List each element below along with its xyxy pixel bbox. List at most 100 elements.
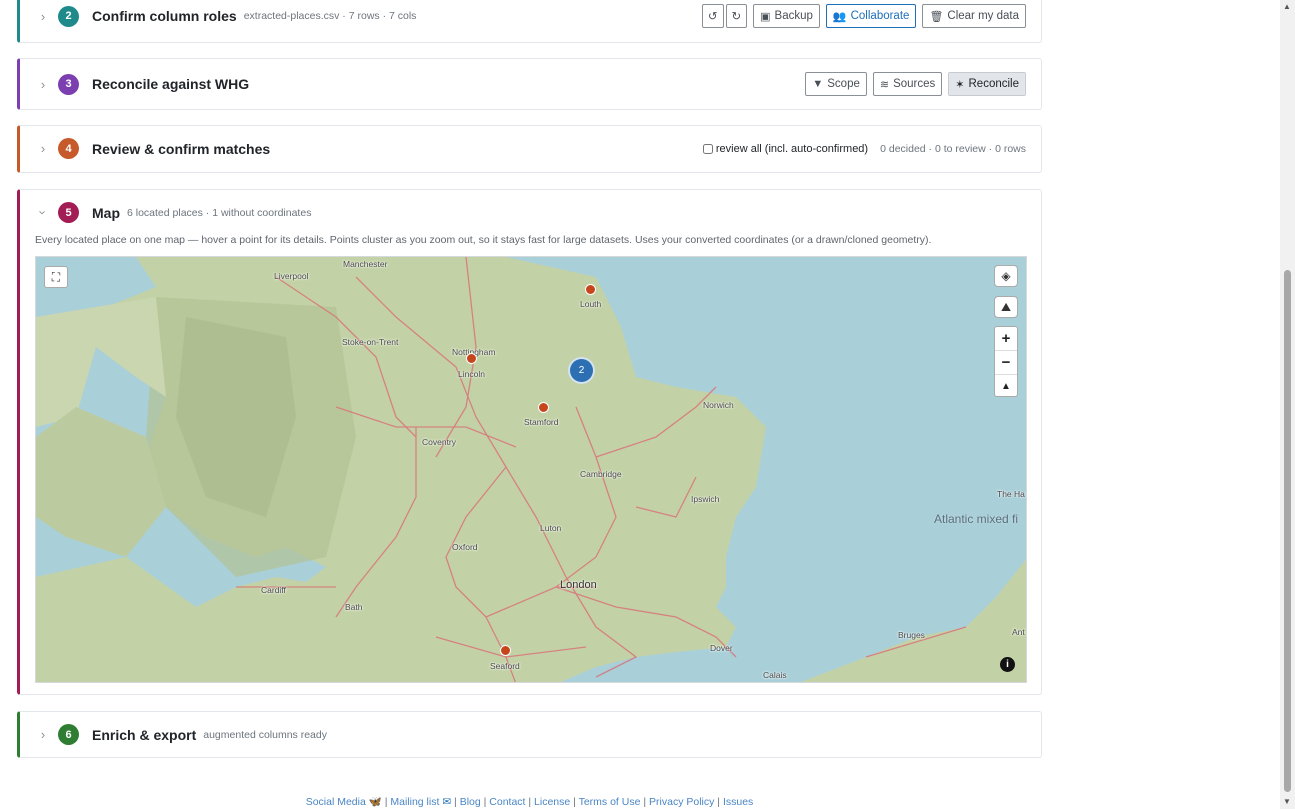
backup-label: Backup <box>774 10 813 22</box>
sources-button[interactable]: ≋ Sources <box>872 72 943 96</box>
sources-label: Sources <box>893 78 936 90</box>
license-link[interactable]: License <box>534 796 570 808</box>
map-label: Liverpool <box>274 271 309 281</box>
map-label: Bath <box>345 602 363 612</box>
compass-icon: ▲ <box>1001 381 1011 392</box>
map-label: Lincoln <box>458 369 485 379</box>
map-label: Stoke-on-Trent <box>342 337 399 347</box>
map-label: Calais <box>763 670 787 680</box>
place-marker[interactable] <box>538 402 549 413</box>
map-label: Coventry <box>422 437 457 447</box>
filter-icon: ▼ <box>812 78 824 90</box>
chevron-right-icon[interactable]: › <box>36 77 50 92</box>
map-label: Norwich <box>703 400 734 410</box>
chevron-down-icon[interactable]: › <box>36 206 51 220</box>
backup-button[interactable]: ▣ Backup <box>753 4 820 28</box>
info-icon[interactable]: i <box>1000 657 1015 672</box>
confirm-columns-panel: › 2 Confirm column roles extracted-place… <box>17 0 1042 43</box>
place-marker[interactable] <box>585 284 596 295</box>
panel-title: Reconcile against WHG <box>92 76 250 92</box>
envelope-icon: ✉ <box>442 796 452 808</box>
place-marker[interactable] <box>466 353 477 364</box>
map-header[interactable]: › 5 Map 6 located places · 1 without coo… <box>20 202 1041 223</box>
zoom-in-button[interactable]: + <box>995 327 1017 351</box>
undo-button[interactable]: ↺ <box>701 4 724 28</box>
magic-wand-icon: ✶ <box>955 78 965 91</box>
step-number: 4 <box>58 138 79 159</box>
map-label: Bruges <box>898 630 925 640</box>
terrain-button[interactable]: ⛰ <box>994 296 1018 318</box>
panel-title: Confirm column roles <box>92 8 237 24</box>
panel-title: Review & confirm matches <box>92 140 271 157</box>
step-number: 2 <box>58 5 79 27</box>
step-number: 6 <box>58 724 79 745</box>
save-icon: ▣ <box>760 10 771 23</box>
redo-button[interactable]: ↻ <box>725 4 748 28</box>
map-label: Luton <box>540 523 562 533</box>
scrollbar[interactable]: ▲ ▼ <box>1280 0 1295 809</box>
map-label: Cambridge <box>580 469 622 479</box>
compass-button[interactable]: ▲ <box>995 375 1017 398</box>
reconcile-header[interactable]: › 3 Reconcile against WHG ▼ Scope ≋ Source… <box>20 72 1041 96</box>
collaborate-button[interactable]: 👥 Collaborate <box>825 4 917 28</box>
review-panel: › 4 Review & confirm matches review all … <box>17 125 1042 173</box>
social-media-link[interactable]: Social Media <box>306 796 366 808</box>
map-label: Manchester <box>343 259 388 269</box>
terms-link[interactable]: Terms of Use <box>579 796 641 808</box>
zoom-controls: + − ▲ <box>994 326 1018 397</box>
redo-icon: ↻ <box>731 11 742 23</box>
map-label: Stamford <box>524 417 559 427</box>
step-number: 3 <box>58 73 79 95</box>
scrollbar-thumb[interactable] <box>1284 270 1291 792</box>
butterfly-icon: 🦋 <box>368 796 382 808</box>
map-label: Ipswich <box>691 494 720 504</box>
map-label: Cardiff <box>261 585 286 595</box>
panel-title: Enrich & export <box>92 726 197 743</box>
map-sea-label: Atlantic mixed fi <box>934 512 1019 526</box>
map-label: Dover <box>710 643 733 653</box>
issues-link[interactable]: Issues <box>723 796 753 808</box>
chevron-right-icon[interactable]: › <box>36 9 50 24</box>
scope-button[interactable]: ▼ Scope <box>805 72 867 96</box>
scroll-up-icon[interactable]: ▲ <box>1283 2 1291 11</box>
review-all-checkbox[interactable] <box>702 143 713 154</box>
map-label: London <box>560 579 597 591</box>
collaborate-label: Collaborate <box>850 10 910 22</box>
privacy-link[interactable]: Privacy Policy <box>649 796 714 808</box>
clear-label: Clear my data <box>947 10 1019 22</box>
layers-icon: ≋ <box>879 78 890 91</box>
clear-data-button[interactable]: 🗑 Clear my data <box>922 4 1026 28</box>
scroll-down-icon[interactable]: ▼ <box>1283 797 1291 806</box>
map-label: Louth <box>580 299 602 309</box>
contact-link[interactable]: Contact <box>489 796 525 808</box>
zoom-out-button[interactable]: − <box>995 351 1017 375</box>
step-number: 5 <box>58 202 79 223</box>
review-status: 0 decided · 0 to review · 0 rows <box>880 142 1026 155</box>
confirm-columns-header[interactable]: › 2 Confirm column roles extracted-place… <box>20 4 1041 28</box>
enrich-header[interactable]: › 6 Enrich & export augmented columns re… <box>20 724 1041 745</box>
blog-link[interactable]: Blog <box>460 796 481 808</box>
map-label: Ant <box>1012 627 1025 637</box>
map-label: The Ha <box>997 489 1025 499</box>
place-marker[interactable] <box>500 645 511 656</box>
reconcile-label: Reconcile <box>968 78 1020 90</box>
enrich-panel: › 6 Enrich & export augmented columns re… <box>17 711 1042 758</box>
map-view[interactable]: Liverpool Manchester Stoke-on-Trent Nott… <box>35 256 1027 683</box>
panel-subtitle: extracted-places.csv · 7 rows · 7 cols <box>243 10 417 22</box>
marker-cluster[interactable]: 2 <box>568 357 595 384</box>
panel-subtitle: 6 located places · 1 without coordinates <box>127 206 312 219</box>
reconcile-button[interactable]: ✶ Reconcile <box>948 72 1026 96</box>
fullscreen-button[interactable]: ⛶ <box>44 266 68 288</box>
map-label: Oxford <box>452 542 478 552</box>
layers-icon: ◈ <box>1001 269 1011 283</box>
chevron-right-icon[interactable]: › <box>36 727 50 742</box>
layers-button[interactable]: ◈ <box>994 265 1018 287</box>
map-basemap <box>36 257 1026 682</box>
review-header[interactable]: › 4 Review & confirm matches review all … <box>20 138 1041 159</box>
mailing-list-link[interactable]: Mailing list <box>390 796 439 808</box>
reconcile-panel: › 3 Reconcile against WHG ▼ Scope ≋ Source… <box>17 58 1042 110</box>
chevron-right-icon[interactable]: › <box>36 141 50 156</box>
map-description: Every located place on one map — hover a… <box>35 234 932 246</box>
undo-icon: ↺ <box>707 11 718 23</box>
panel-subtitle: augmented columns ready <box>203 728 327 741</box>
